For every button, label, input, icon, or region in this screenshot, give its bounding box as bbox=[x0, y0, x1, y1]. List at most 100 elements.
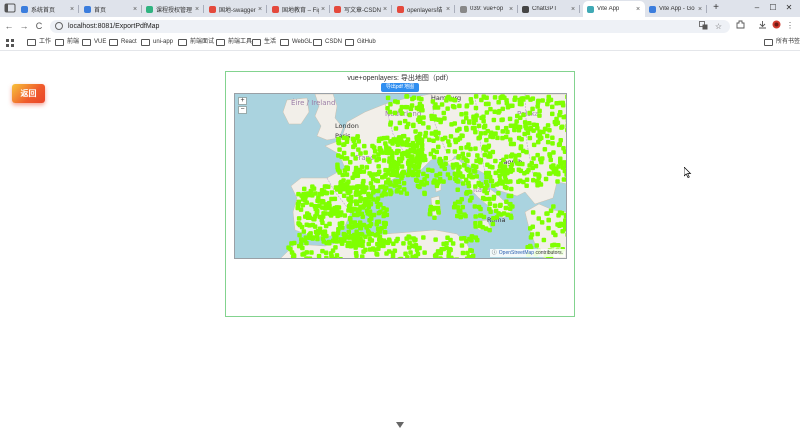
map-marker bbox=[353, 199, 359, 204]
minimize-button[interactable]: – bbox=[751, 2, 763, 14]
map-marker bbox=[432, 178, 437, 183]
map-marker bbox=[371, 145, 377, 150]
tab-close-icon[interactable]: × bbox=[131, 6, 139, 13]
maximize-button[interactable]: ☐ bbox=[767, 2, 779, 14]
tab-11[interactable]: Vite App - Go × bbox=[645, 1, 707, 17]
tab-close-icon[interactable]: × bbox=[381, 6, 389, 13]
map-marker bbox=[558, 159, 563, 165]
map-marker bbox=[535, 104, 540, 109]
map-marker bbox=[481, 125, 487, 130]
close-window-button[interactable]: ✕ bbox=[783, 2, 795, 14]
map-marker bbox=[457, 136, 463, 141]
map-marker bbox=[313, 204, 318, 209]
tab-close-icon[interactable]: × bbox=[444, 6, 452, 13]
map-marker bbox=[374, 157, 379, 163]
map-viewport[interactable]: HamburgÉire / IrelandNederlandPolskaLond… bbox=[234, 93, 567, 259]
map-marker bbox=[340, 241, 345, 246]
translate-icon[interactable] bbox=[698, 21, 709, 33]
back-nav-button[interactable]: ← bbox=[3, 20, 15, 32]
map-marker bbox=[530, 165, 535, 171]
map-marker bbox=[453, 139, 459, 145]
reload-button[interactable]: C bbox=[33, 20, 45, 32]
map-marker bbox=[367, 159, 372, 164]
map-marker bbox=[324, 184, 329, 189]
tab-close-icon[interactable]: × bbox=[696, 6, 704, 13]
map-marker bbox=[319, 188, 325, 193]
bookmark-folder[interactable]: 工作 bbox=[27, 38, 51, 47]
profile-avatar-icon[interactable] bbox=[770, 20, 782, 33]
bookmark-folder[interactable]: CSDN bbox=[313, 38, 342, 47]
map-marker bbox=[317, 229, 323, 234]
map-marker bbox=[490, 134, 495, 140]
tab-close-icon[interactable]: × bbox=[507, 6, 515, 13]
new-tab-button[interactable]: + bbox=[710, 2, 722, 14]
map-marker bbox=[394, 189, 400, 194]
map-canvas[interactable]: HamburgÉire / IrelandNederlandPolskaLond… bbox=[235, 94, 567, 259]
tab-close-icon[interactable]: × bbox=[256, 6, 264, 13]
bookmark-star-icon[interactable]: ☆ bbox=[713, 21, 724, 32]
bookmark-folder[interactable]: VUE bbox=[82, 38, 106, 47]
tab-9[interactable]: ChatGPT × bbox=[518, 1, 580, 17]
apps-grid-icon[interactable] bbox=[6, 39, 14, 47]
more-menu-icon[interactable]: ⋮ bbox=[784, 20, 796, 32]
tab-3[interactable]: 课程授权管理 × bbox=[142, 1, 204, 17]
map-marker bbox=[473, 224, 478, 229]
tab-4[interactable]: 国地-swagger × bbox=[205, 1, 267, 17]
zoom-out-button[interactable]: − bbox=[238, 106, 247, 114]
map-marker bbox=[566, 102, 567, 107]
address-bar[interactable]: localhost:8081/ExportPdfMap ☆ bbox=[50, 20, 730, 33]
address-url[interactable]: localhost:8081/ExportPdfMap bbox=[68, 22, 159, 31]
bookmark-folder[interactable]: 前端工具 bbox=[216, 38, 252, 47]
map-marker bbox=[415, 258, 420, 259]
zoom-in-button[interactable]: + bbox=[238, 97, 247, 105]
site-info-icon[interactable] bbox=[55, 22, 63, 30]
map-marker bbox=[530, 210, 536, 215]
map-marker bbox=[475, 237, 480, 243]
tab-6[interactable]: 写文章-CSDN × bbox=[330, 1, 392, 17]
map-marker bbox=[536, 180, 542, 185]
bookmark-folder[interactable]: 前端面试 bbox=[178, 38, 214, 47]
bookmark-folder[interactable]: React bbox=[109, 38, 137, 47]
map-marker bbox=[414, 143, 419, 148]
tab-close-icon[interactable]: × bbox=[569, 6, 577, 13]
tab-2[interactable]: 首页 × bbox=[80, 1, 142, 17]
map-marker bbox=[460, 204, 465, 210]
export-pdf-button[interactable]: 导出pdf 地图 bbox=[381, 83, 419, 92]
map-marker bbox=[519, 101, 524, 107]
tab-label: openlayers结 bbox=[407, 7, 443, 14]
osm-link[interactable]: OpenStreetMap bbox=[499, 250, 534, 256]
map-marker bbox=[342, 156, 347, 161]
forward-nav-button[interactable]: → bbox=[18, 20, 30, 32]
tab-5[interactable]: 国地教育 – Fig × bbox=[268, 1, 330, 17]
tab-close-icon[interactable]: × bbox=[68, 6, 76, 13]
map-marker bbox=[309, 250, 314, 255]
bookmark-folder[interactable]: 生活 bbox=[252, 38, 276, 47]
tab-7[interactable]: openlayers结 × bbox=[393, 1, 455, 17]
tab-8[interactable]: 039: vue+op × bbox=[456, 1, 518, 17]
tab-1[interactable]: 系统首页 × bbox=[17, 1, 79, 17]
bookmark-folder[interactable]: 前端 bbox=[55, 38, 79, 47]
map-marker bbox=[344, 172, 350, 177]
download-icon[interactable] bbox=[756, 20, 768, 33]
map-marker bbox=[413, 177, 419, 183]
back-button[interactable]: 返回 bbox=[12, 84, 45, 103]
all-bookmarks-folder[interactable]: 所有书签 bbox=[764, 38, 800, 47]
tab-close-icon[interactable]: × bbox=[319, 6, 327, 13]
map-marker bbox=[566, 251, 567, 256]
map-marker bbox=[421, 121, 426, 126]
attribution-info-icon[interactable]: ⓘ bbox=[492, 250, 497, 256]
bookmark-folder[interactable]: GitHub bbox=[345, 38, 376, 47]
tab-close-icon[interactable]: × bbox=[634, 6, 642, 13]
map-marker bbox=[377, 237, 382, 242]
map-marker bbox=[429, 116, 435, 121]
tab-close-icon[interactable]: × bbox=[193, 6, 201, 13]
bookmark-folder[interactable]: WebGL bbox=[280, 38, 312, 47]
map-marker bbox=[367, 212, 372, 217]
extensions-icon[interactable] bbox=[734, 20, 746, 33]
tab-10[interactable]: Vite App × bbox=[583, 1, 645, 17]
map-marker bbox=[509, 186, 514, 192]
map-marker bbox=[417, 101, 423, 107]
scroll-down-arrow-icon[interactable] bbox=[396, 422, 404, 428]
tab-search-icon[interactable] bbox=[3, 2, 17, 14]
bookmark-folder[interactable]: uni-app bbox=[141, 38, 173, 47]
